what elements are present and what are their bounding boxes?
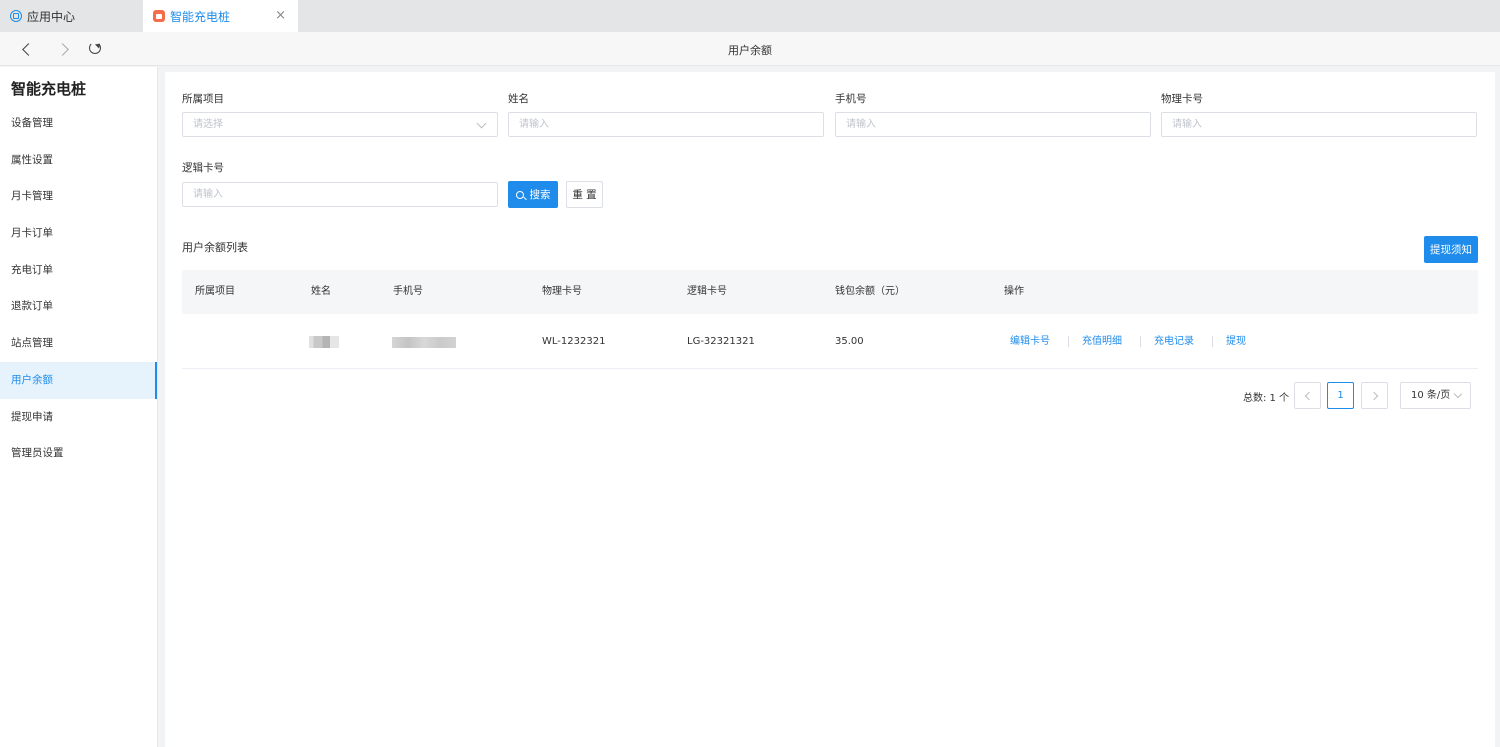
sidebar-item-monthly-card-management[interactable]: 月卡管理 xyxy=(0,178,157,215)
prev-page-button[interactable] xyxy=(1294,382,1321,409)
chevron-down-icon xyxy=(476,118,487,129)
tab-label: 应用中心 xyxy=(27,9,76,24)
table-header: 所属项目 姓名 手机号 物理卡号 逻辑卡号 钱包余额（元） 操作 xyxy=(182,270,1478,314)
sidebar-item-admin-settings[interactable]: 管理员设置 xyxy=(0,435,157,472)
tab-label: 智能充电桩 xyxy=(170,9,231,24)
sidebar-item-station-management[interactable]: 站点管理 xyxy=(0,325,157,362)
sidebar-item-charging-orders[interactable]: 充电订单 xyxy=(0,252,157,289)
cell-name-redacted xyxy=(309,336,339,348)
column-balance: 钱包余额（元） xyxy=(835,286,905,297)
sidebar-title: 智能充电桩 xyxy=(11,80,87,98)
column-actions: 操作 xyxy=(1004,286,1024,297)
tab-charging-pile[interactable]: 智能充电桩 × xyxy=(143,0,298,32)
cell-phone-redacted xyxy=(392,337,456,348)
withdraw-link[interactable]: 提现 xyxy=(1226,314,1246,369)
page-title: 用户余额 xyxy=(728,44,772,57)
pagination-total: 总数: 1 个 xyxy=(1243,393,1290,404)
table-row: WL-1232321 LG-32321321 35.00 编辑卡号 充值明细 充… xyxy=(182,314,1478,369)
chevron-down-icon xyxy=(1453,389,1463,399)
search-button[interactable]: 搜索 xyxy=(508,181,558,208)
logical-card-label: 逻辑卡号 xyxy=(182,162,224,174)
cell-logical-card: LG-32321321 xyxy=(687,336,755,347)
action-divider xyxy=(1212,336,1213,347)
chevron-right-icon xyxy=(1369,391,1378,400)
project-label: 所属项目 xyxy=(182,93,224,105)
logical-card-input[interactable] xyxy=(182,182,498,207)
page-size-value: 10 条/页 xyxy=(1411,390,1451,401)
column-project: 所属项目 xyxy=(195,286,235,297)
list-title: 用户余额列表 xyxy=(182,241,248,254)
chevron-left-icon xyxy=(1304,391,1313,400)
column-phone: 手机号 xyxy=(393,286,423,297)
browser-tab-bar: 应用中心 智能充电桩 × xyxy=(0,0,1500,32)
sidebar-item-device-management[interactable]: 设备管理 xyxy=(0,105,157,142)
page-size-select[interactable]: 10 条/页 xyxy=(1400,382,1471,409)
column-physical-card: 物理卡号 xyxy=(542,286,582,297)
project-select[interactable]: 请选择 xyxy=(182,112,498,137)
next-page-button[interactable] xyxy=(1361,382,1388,409)
sidebar-item-refund-orders[interactable]: 退款订单 xyxy=(0,288,157,325)
close-icon[interactable]: × xyxy=(275,8,286,23)
charging-records-link[interactable]: 充电记录 xyxy=(1154,314,1194,369)
search-icon xyxy=(515,190,524,199)
sidebar-item-attribute-settings[interactable]: 属性设置 xyxy=(0,142,157,179)
app-center-icon xyxy=(10,10,22,22)
search-button-label: 搜索 xyxy=(529,189,551,201)
reset-button[interactable]: 重 置 xyxy=(566,181,603,208)
page-number-button[interactable]: 1 xyxy=(1327,382,1354,409)
sidebar-item-monthly-card-orders[interactable]: 月卡订单 xyxy=(0,215,157,252)
sidebar-item-user-balance[interactable]: 用户余额 xyxy=(0,361,157,399)
physical-card-input[interactable] xyxy=(1161,112,1477,137)
cell-balance: 35.00 xyxy=(835,336,864,347)
navigation-bar: 用户余额 xyxy=(0,32,1500,66)
column-logical-card: 逻辑卡号 xyxy=(687,286,727,297)
phone-label: 手机号 xyxy=(835,93,867,105)
tab-app-center[interactable]: 应用中心 xyxy=(0,0,143,32)
physical-card-label: 物理卡号 xyxy=(1161,93,1203,105)
cell-physical-card: WL-1232321 xyxy=(542,336,606,347)
withdrawal-notice-button[interactable]: 提现须知 xyxy=(1424,236,1478,263)
action-divider xyxy=(1140,336,1141,347)
name-label: 姓名 xyxy=(508,93,529,105)
column-name: 姓名 xyxy=(311,286,331,297)
sidebar-item-withdrawal-requests[interactable]: 提现申请 xyxy=(0,399,157,436)
recharge-details-link[interactable]: 充值明细 xyxy=(1082,314,1122,369)
phone-input[interactable] xyxy=(835,112,1151,137)
main-panel: 所属项目 请选择 姓名 手机号 物理卡号 逻辑卡号 搜索 重 置 用户余额列表 … xyxy=(165,72,1495,747)
sidebar: 智能充电桩 设备管理 属性设置 月卡管理 月卡订单 充电订单 退款订单 站点管理… xyxy=(0,67,158,747)
name-input[interactable] xyxy=(508,112,824,137)
edit-card-link[interactable]: 编辑卡号 xyxy=(1010,314,1050,369)
action-divider xyxy=(1068,336,1069,347)
project-select-placeholder: 请选择 xyxy=(193,119,223,130)
charging-pile-icon xyxy=(153,10,165,22)
